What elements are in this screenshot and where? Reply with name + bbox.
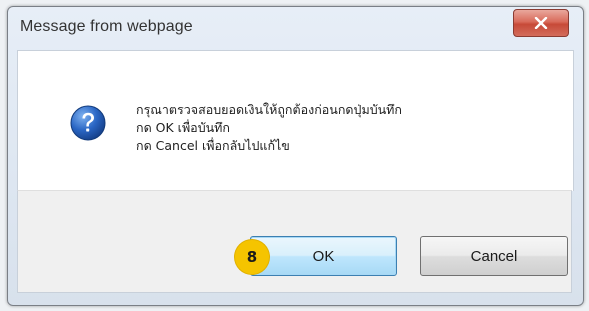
dialog-message: กรุณาตรวจสอบยอดเงินให้ถูกต้องก่อนกดปุ่มบ… <box>136 101 402 155</box>
message-line: กด Cancel เพื่อกลับไปแก้ไข <box>136 138 290 153</box>
cancel-button[interactable]: Cancel <box>420 236 568 276</box>
message-line: กด OK เพื่อบันทึก <box>136 120 230 135</box>
step-marker: 8 <box>235 240 269 274</box>
cancel-button-label: Cancel <box>470 247 518 265</box>
dialog-titlebar[interactable]: Message from webpage <box>8 7 583 51</box>
dialog-content: กรุณาตรวจสอบยอดเงินให้ถูกต้องก่อนกดปุ่มบ… <box>17 50 574 191</box>
close-button[interactable] <box>513 9 569 37</box>
question-icon <box>70 105 106 141</box>
close-icon <box>534 17 548 29</box>
ok-button-label: OK <box>312 247 335 265</box>
dialog-title: Message from webpage <box>20 18 193 35</box>
message-line: กรุณาตรวจสอบยอดเงินให้ถูกต้องก่อนกดปุ่มบ… <box>136 102 402 117</box>
ok-button[interactable]: OK <box>250 236 397 276</box>
step-marker-number: 8 <box>246 248 258 266</box>
